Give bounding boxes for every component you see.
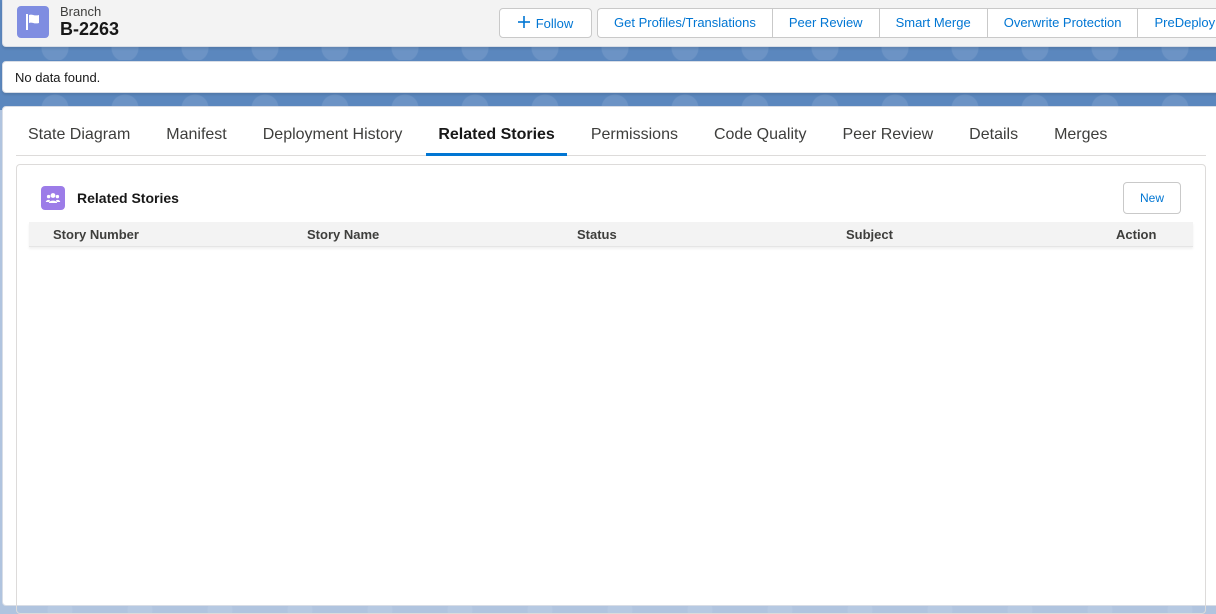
tab-code-quality[interactable]: Code Quality — [702, 107, 819, 155]
predeploy-button[interactable]: PreDeploy — [1138, 9, 1216, 37]
table-header: Story Number Story Name Status Subject A… — [29, 222, 1193, 247]
tab-manifest[interactable]: Manifest — [154, 107, 238, 155]
column-header-story-name[interactable]: Story Name — [307, 227, 379, 242]
flag-icon — [17, 6, 49, 38]
follow-button[interactable]: Follow — [499, 8, 592, 38]
action-button-group: Get Profiles/Translations Peer Review Sm… — [597, 8, 1216, 38]
tab-details[interactable]: Details — [957, 107, 1030, 155]
follow-label: Follow — [535, 15, 574, 31]
record-header: Branch B-2263 Follow Get Profiles/Transl… — [2, 0, 1216, 47]
tab-state-diagram[interactable]: State Diagram — [16, 107, 142, 155]
tab-merges[interactable]: Merges — [1042, 107, 1119, 155]
column-header-subject[interactable]: Subject — [846, 227, 893, 242]
record-title: B-2263 — [60, 19, 120, 39]
people-icon — [41, 186, 65, 210]
related-stories-title: Related Stories — [77, 190, 179, 206]
get-profiles-translations-button[interactable]: Get Profiles/Translations — [598, 9, 773, 37]
main-card: State Diagram Manifest Deployment Histor… — [2, 106, 1216, 614]
column-header-status[interactable]: Status — [577, 227, 617, 242]
peer-review-button[interactable]: Peer Review — [773, 9, 880, 37]
tab-related-stories[interactable]: Related Stories — [426, 107, 568, 156]
overwrite-protection-button[interactable]: Overwrite Protection — [988, 9, 1139, 37]
tab-peer-review[interactable]: Peer Review — [830, 107, 945, 155]
column-header-story-number[interactable]: Story Number — [53, 227, 139, 242]
tab-permissions[interactable]: Permissions — [579, 107, 690, 155]
object-label: Branch — [60, 4, 102, 19]
message-text: No data found. — [15, 70, 101, 85]
column-header-action[interactable]: Action — [1116, 227, 1156, 242]
related-stories-card: Related Stories New Story Number Story N… — [16, 164, 1206, 614]
smart-merge-button[interactable]: Smart Merge — [880, 9, 988, 37]
message-bar: No data found. — [2, 61, 1216, 93]
plus-icon — [517, 15, 530, 31]
tab-bar: State Diagram Manifest Deployment Histor… — [16, 107, 1206, 156]
tab-deployment-history[interactable]: Deployment History — [251, 107, 415, 155]
new-button[interactable]: New — [1123, 182, 1181, 214]
